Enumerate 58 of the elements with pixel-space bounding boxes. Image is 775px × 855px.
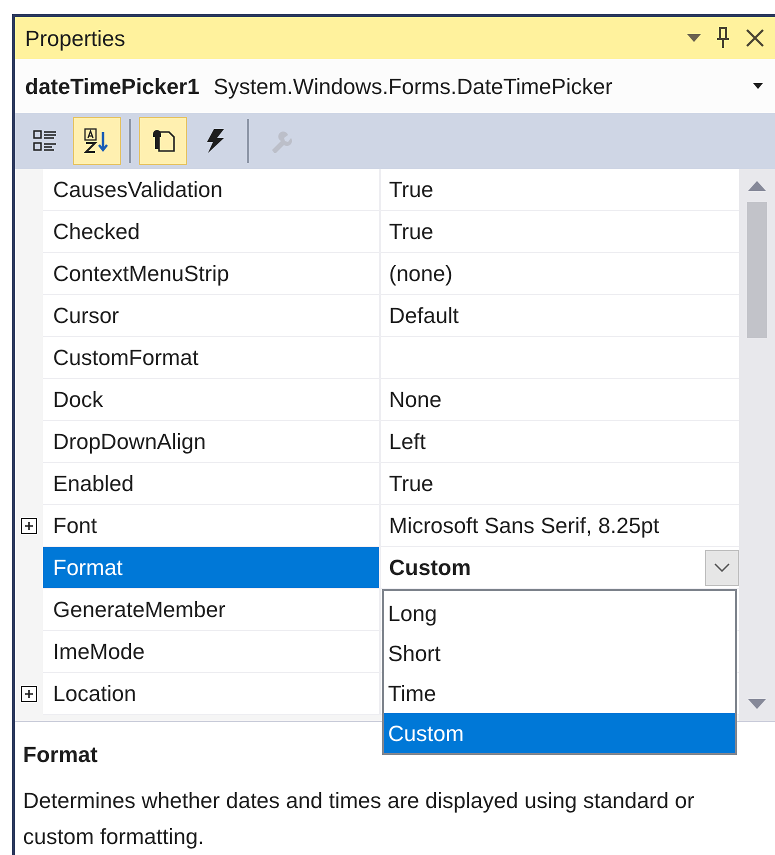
value-cell[interactable]: True <box>381 169 739 211</box>
wrench-icon <box>269 129 293 153</box>
property-value[interactable]: True <box>389 215 739 248</box>
property-name[interactable]: GenerateMember <box>43 589 379 631</box>
value-cell[interactable]: Left <box>381 421 739 463</box>
value-cell[interactable]: True <box>381 211 739 253</box>
property-name[interactable]: Dock <box>43 379 379 421</box>
property-value[interactable]: Default <box>389 299 739 332</box>
property-name[interactable]: Cursor <box>43 295 379 337</box>
scrollbar[interactable] <box>739 169 775 721</box>
object-name: dateTimePicker1 <box>25 72 200 100</box>
dropdown-option[interactable]: Time <box>384 673 735 713</box>
property-name[interactable]: CustomFormat <box>43 337 379 379</box>
property-value[interactable]: True <box>389 173 739 206</box>
property-name[interactable]: ImeMode <box>43 631 379 673</box>
scroll-up-icon[interactable] <box>748 181 766 191</box>
categorized-icon <box>33 129 57 153</box>
dropdown-option[interactable]: Custom <box>384 713 735 753</box>
toolbar-button[interactable] <box>73 117 121 165</box>
property-value[interactable]: True <box>389 467 739 500</box>
property-value[interactable]: Custom <box>389 551 705 584</box>
object-type: System.Windows.Forms.DateTimePicker <box>213 72 614 101</box>
description-title: Format <box>23 741 99 769</box>
property-value[interactable]: Microsoft Sans Serif, 8.25pt <box>389 509 739 542</box>
expand-icon[interactable] <box>21 686 37 702</box>
expand-icon[interactable] <box>21 518 37 534</box>
property-name[interactable]: Enabled <box>43 463 379 505</box>
close-icon[interactable] <box>745 28 765 48</box>
value-cell[interactable]: Custom <box>381 547 739 589</box>
dropdown-option[interactable]: Long <box>384 593 735 633</box>
toolbar-button[interactable] <box>139 117 187 165</box>
dropdown-arrow-icon[interactable] <box>687 33 701 43</box>
sort-alphabetical-icon <box>84 128 110 154</box>
property-name[interactable]: CausesValidation <box>43 169 379 211</box>
dropdown-option[interactable]: Short <box>384 633 735 673</box>
property-value[interactable]: (none) <box>389 257 739 290</box>
value-cell[interactable]: (none) <box>381 253 739 295</box>
property-name[interactable]: Location <box>43 673 379 715</box>
scroll-down-icon[interactable] <box>748 699 766 709</box>
value-cell[interactable]: None <box>381 379 739 421</box>
property-value[interactable]: Left <box>389 425 739 458</box>
property-value[interactable]: None <box>389 383 739 416</box>
value-cell[interactable]: True <box>381 463 739 505</box>
property-name[interactable]: Checked <box>43 211 379 253</box>
lightning-icon <box>204 128 226 154</box>
value-cell[interactable]: Default <box>381 295 739 337</box>
caret-icon <box>753 83 763 89</box>
chevron-down-icon <box>714 563 730 572</box>
window-title: Properties <box>25 24 126 53</box>
property-name[interactable]: DropDownAlign <box>43 421 379 463</box>
description-text: Determines whether dates and times are displayed using standard or custom formatting. <box>23 787 696 851</box>
property-name[interactable]: ContextMenuStrip <box>43 253 379 295</box>
pin-icon[interactable] <box>715 27 731 49</box>
property-page-icon <box>150 128 176 154</box>
property-name[interactable]: Font <box>43 505 379 547</box>
value-cell[interactable]: Microsoft Sans Serif, 8.25pt <box>381 505 739 547</box>
property-name[interactable]: Format <box>43 547 379 589</box>
scrollbar-thumb[interactable] <box>747 202 767 338</box>
